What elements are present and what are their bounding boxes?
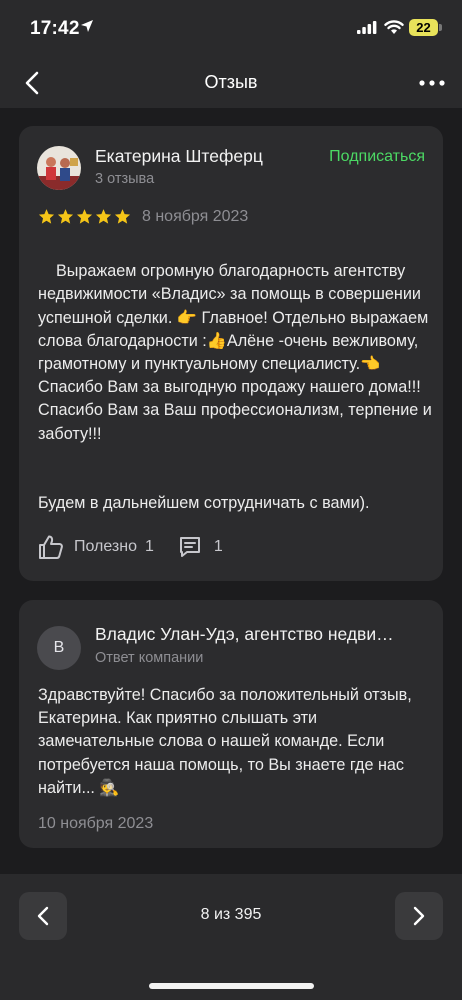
home-indicator[interactable] [149,983,314,989]
review-text-main: Выражаем огромную благодарность агентств… [38,262,437,443]
comments-button[interactable]: 1 [178,535,223,559]
review-text-closing: Будем в дальнейшем сотрудничать с вами). [38,494,370,513]
star-icon [57,209,74,224]
helpful-count: 1 [145,538,154,555]
more-button[interactable] [414,66,450,100]
company-name[interactable]: Владис Улан-Удэ, агентство недвижимости [95,624,405,645]
author-avatar[interactable] [37,146,81,190]
company-reply-date: 10 ноября 2023 [38,815,154,832]
review-card: Екатерина Штеферц 3 отзыва Подписаться 8… [19,126,443,581]
nav-bar: Отзыв [0,58,462,108]
pager-bar: 8 из 395 [0,874,462,1000]
more-horizontal-icon [419,80,445,86]
status-time: 17:42 [30,18,80,39]
star-icon [76,209,93,224]
cellular-signal-icon [357,21,377,34]
author-review-count: 3 отзыва [95,171,155,187]
company-avatar[interactable]: В [37,626,81,670]
helpful-button[interactable]: Полезно 1 [38,534,154,560]
company-reply-card: В Владис Улан-Удэ, агентство недвижимост… [19,600,443,848]
pager-position: 8 из 395 [200,906,262,923]
review-text: Выражаем огромную благодарность агентств… [38,237,433,562]
location-arrow-icon [81,20,93,32]
rating-stars [38,208,131,225]
status-bar: 17:42 22 [0,0,462,58]
page-title: Отзыв [204,72,258,92]
company-reply-label: Ответ компании [95,650,204,666]
next-review-button[interactable] [395,892,443,940]
company-reply-text: Здравствуйте! Спасибо за положительный о… [38,686,412,797]
wifi-icon [384,20,404,34]
helpful-label: Полезно [74,538,137,555]
star-icon [95,209,112,224]
battery-level: 22 [409,19,438,36]
author-photo-image [37,146,81,190]
star-icon [114,209,131,224]
subscribe-button[interactable]: Подписаться [329,148,425,166]
chevron-right-icon [413,906,425,926]
star-icon [38,209,55,224]
comment-icon [179,537,200,557]
comments-count: 1 [213,538,223,555]
review-date: 8 ноября 2023 [142,208,249,225]
battery-nub [439,24,442,31]
author-name[interactable]: Екатерина Штеферц [95,146,263,167]
review-actions: Полезно 1 1 [38,534,223,560]
thumbs-up-icon [39,535,63,559]
